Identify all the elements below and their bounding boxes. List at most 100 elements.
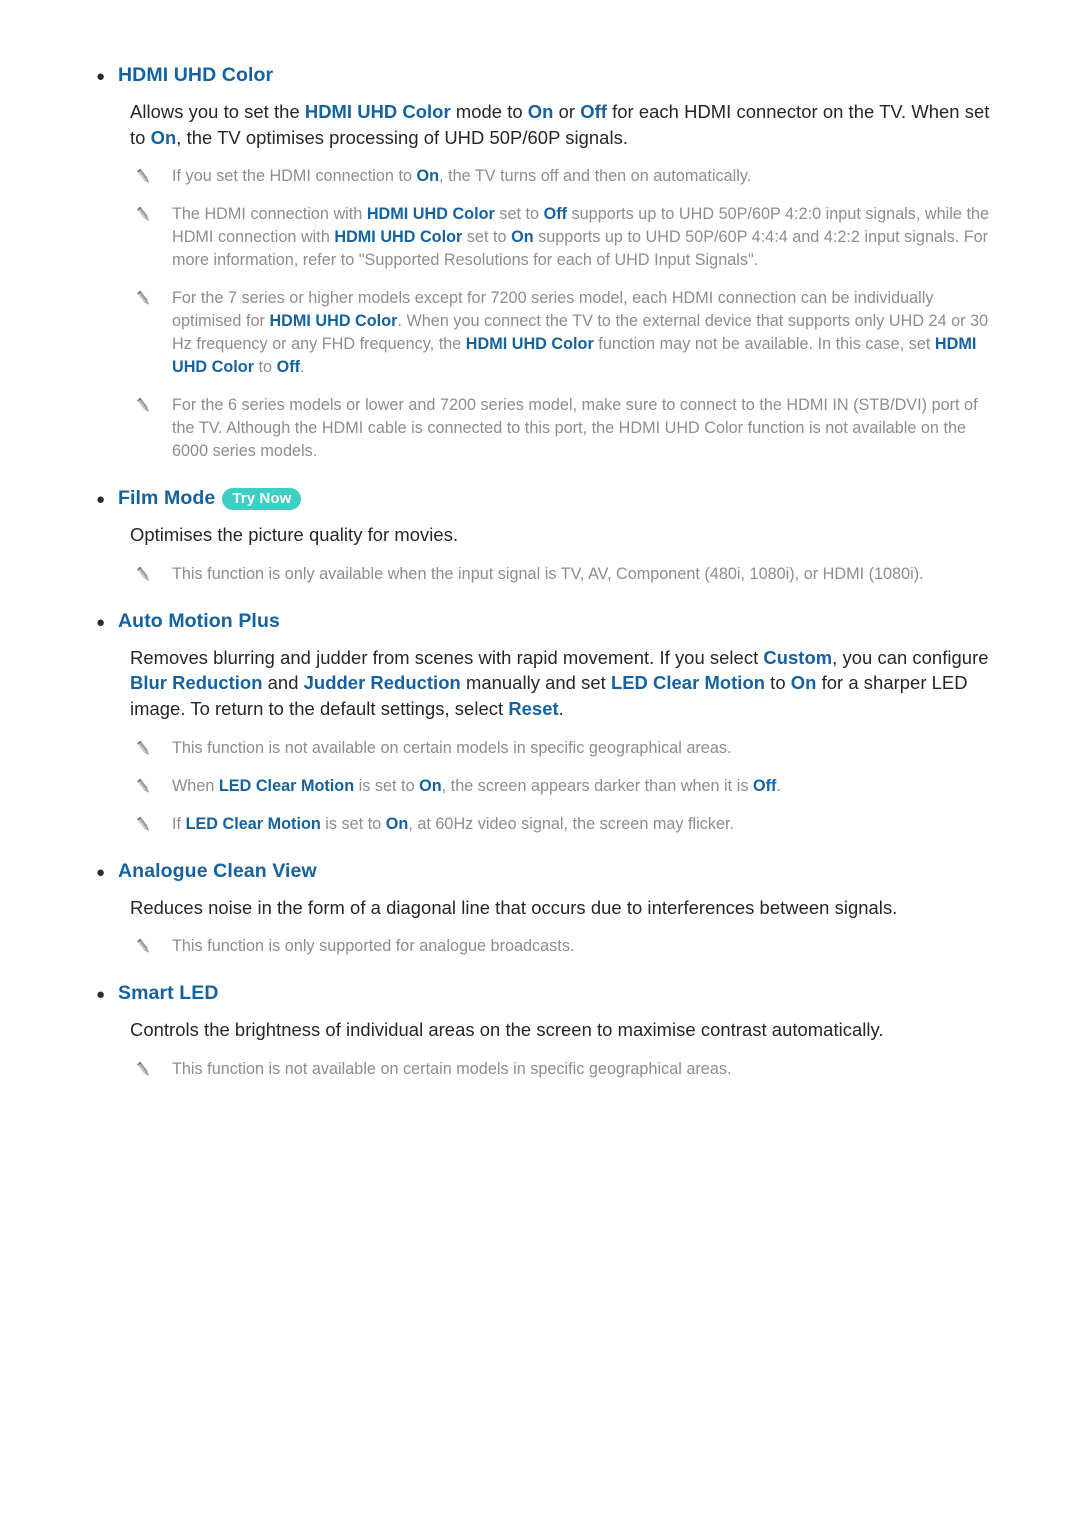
text-run: , you can configure <box>832 646 989 668</box>
note-text: For the 7 series or higher models except… <box>172 289 988 376</box>
note-item: For the 7 series or higher models except… <box>130 287 1002 379</box>
note-text: The HDMI connection with HDMI UHD Color … <box>172 205 989 269</box>
bullet-icon: ● <box>96 491 106 509</box>
section-heading[interactable]: Auto Motion Plus <box>118 608 1002 634</box>
sections-container: ● HDMI UHD Color Allows you to set the HDM… <box>78 62 1002 1103</box>
try-now-badge[interactable]: Try Now <box>222 488 302 511</box>
note-item: When LED Clear Motion is set to On, the … <box>130 775 1002 798</box>
text-run: , at 60Hz video signal, the screen may f… <box>408 814 735 833</box>
section-film-mode: ● Film Mode Try Now Optimises the picture q… <box>78 485 1002 608</box>
text-run: set to <box>494 205 544 224</box>
text-run: This function is not available on certai… <box>172 738 732 757</box>
text-run: When <box>172 776 219 795</box>
text-run: , the TV turns off and then on automatic… <box>439 167 752 186</box>
section-heading[interactable]: HDMI UHD Color <box>118 62 1002 88</box>
section-body: Controls the brightness of individual ar… <box>130 1017 1002 1043</box>
document-page: ● HDMI UHD Color Allows you to set the HDM… <box>0 0 1080 1527</box>
highlighted-term: Off <box>276 358 301 377</box>
highlighted-term: On <box>150 126 177 148</box>
pencil-icon <box>134 1060 154 1080</box>
highlighted-term: HDMI UHD Color <box>465 335 594 354</box>
text-run: Controls the brightness of individual ar… <box>130 1019 884 1041</box>
text-run: is set to <box>354 776 420 795</box>
note-text: If you set the HDMI connection to On, th… <box>172 167 751 185</box>
section-heading[interactable]: Analogue Clean View <box>118 858 1002 884</box>
section-heading[interactable]: Film Mode Try Now <box>118 485 1002 511</box>
highlighted-term: On <box>790 672 817 694</box>
text-run: function may not be available. In this c… <box>593 335 935 354</box>
highlighted-term: On <box>419 776 442 795</box>
text-run: , the TV optimises processing of UHD 50P… <box>176 126 628 148</box>
highlighted-term: Blur Reduction <box>130 672 263 694</box>
section-body: Reduces noise in the form of a diagonal … <box>130 895 1002 921</box>
section-auto-motion-plus: ● Auto Motion Plus Removes blurring and ju… <box>78 608 1002 858</box>
section-body: Allows you to set the HDMI UHD Color mod… <box>130 99 1002 150</box>
bullet-icon: ● <box>96 613 106 631</box>
highlighted-term: LED Clear Motion <box>185 814 321 833</box>
text-run: The HDMI connection with <box>172 205 367 224</box>
note-item: This function is only supported for anal… <box>130 935 1002 958</box>
pencil-icon <box>134 396 154 416</box>
section-heading-label: Analogue Clean View <box>118 859 317 882</box>
text-run: This function is not available on certai… <box>172 1059 732 1078</box>
note-text: For the 6 series models or lower and 720… <box>172 396 978 460</box>
note-text: This function is only available when the… <box>172 565 924 583</box>
highlighted-term: Custom <box>763 646 833 668</box>
text-run: . <box>300 358 305 377</box>
heading-row: ● HDMI UHD Color <box>96 62 1002 90</box>
text-run: manually and set <box>460 672 611 694</box>
bullet-icon: ● <box>96 986 106 1004</box>
note-item: This function is not available on certai… <box>130 1058 1002 1081</box>
note-item: For the 6 series models or lower and 720… <box>130 394 1002 463</box>
text-run: . <box>558 697 564 719</box>
note-item: This function is only available when the… <box>130 563 1002 586</box>
pencil-icon <box>134 815 154 835</box>
text-run: and <box>262 672 304 694</box>
section-heading-label: Auto Motion Plus <box>118 609 280 632</box>
highlighted-term: HDMI UHD Color <box>366 205 495 224</box>
section-heading-label: Smart LED <box>118 982 219 1005</box>
text-run: Removes blurring and judder from scenes … <box>130 646 764 668</box>
text-run: This function is only supported for anal… <box>172 937 575 956</box>
note-item: The HDMI connection with HDMI UHD Color … <box>130 203 1002 272</box>
note-text: This function is not available on certai… <box>172 739 731 757</box>
text-run: This function is only available when the… <box>172 564 924 583</box>
section-hdmi-uhd-color: ● HDMI UHD Color Allows you to set the HDM… <box>78 62 1002 485</box>
note-item: If LED Clear Motion is set to On, at 60H… <box>130 813 1002 836</box>
text-run: If you set the HDMI connection to <box>172 167 417 186</box>
heading-row: ● Smart LED <box>96 980 1002 1008</box>
highlighted-term: HDMI UHD Color <box>334 228 463 247</box>
note-item: If you set the HDMI connection to On, th… <box>130 165 1002 188</box>
highlighted-term: Reset <box>508 697 559 719</box>
pencil-icon <box>134 167 154 187</box>
highlighted-term: Off <box>543 205 568 224</box>
pencil-icon <box>134 565 154 585</box>
text-run: Optimises the picture quality for movies… <box>130 524 459 546</box>
heading-row: ● Film Mode Try Now <box>96 485 1002 513</box>
bullet-icon: ● <box>96 863 106 881</box>
highlighted-term: On <box>511 228 534 247</box>
note-text: This function is only supported for anal… <box>172 937 574 955</box>
bullet-icon: ● <box>96 68 106 85</box>
text-run: , the screen appears darker than when it… <box>441 776 753 795</box>
pencil-icon <box>134 289 154 309</box>
section-heading-label: Film Mode <box>118 487 216 510</box>
text-run: is set to <box>320 814 386 833</box>
highlighted-term: On <box>385 814 409 833</box>
text-run: . <box>776 776 781 795</box>
text-run: set to <box>462 228 512 247</box>
section-heading[interactable]: Smart LED <box>118 980 1002 1006</box>
highlighted-term: On <box>416 167 440 186</box>
text-run: Reduces noise in the form of a diagonal … <box>130 896 898 918</box>
text-run: For the 6 series models or lower and 720… <box>172 396 978 461</box>
section-heading-label: HDMI UHD Color <box>118 64 274 86</box>
section-analogue-clean-view: ● Analogue Clean View Reduces noise in the… <box>78 858 1002 981</box>
text-run: to <box>765 672 791 694</box>
pencil-icon <box>134 205 154 225</box>
highlighted-term: Off <box>580 101 607 122</box>
text-run: If <box>172 814 186 833</box>
note-text: This function is not available on certai… <box>172 1060 731 1078</box>
